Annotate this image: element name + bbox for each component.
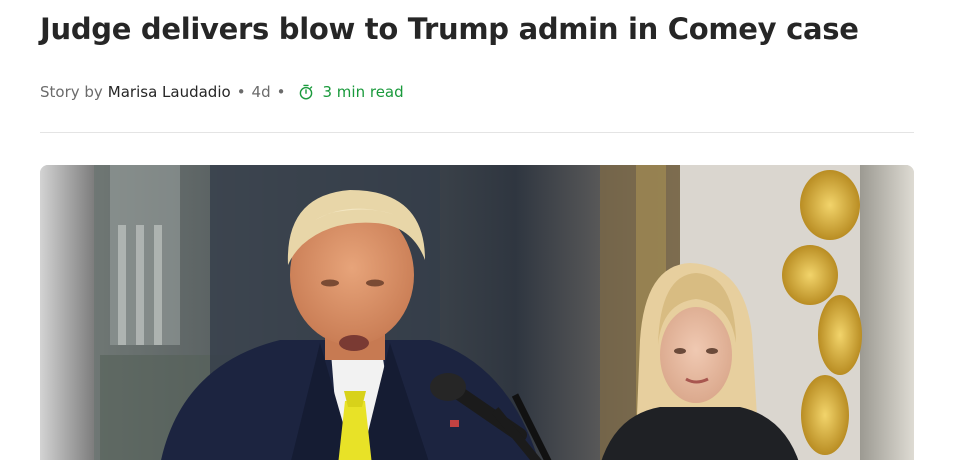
- article-byline: Story by Marisa Laudadio • 4d • 3 min re…: [40, 82, 404, 102]
- article-hero-image[interactable]: [40, 165, 914, 460]
- read-time: 3 min read: [291, 83, 404, 101]
- article-container: Judge delivers blow to Trump admin in Co…: [0, 0, 954, 460]
- hero-photo: [40, 165, 914, 460]
- byline-separator: •: [236, 83, 246, 101]
- byline-prefix: Story by: [40, 83, 103, 101]
- stopwatch-icon: [298, 84, 314, 100]
- publish-age: 4d: [251, 83, 271, 101]
- byline-divider: [40, 132, 914, 133]
- byline-separator: •: [276, 83, 286, 101]
- article-headline: Judge delivers blow to Trump admin in Co…: [40, 12, 859, 46]
- read-time-label: 3 min read: [322, 83, 404, 101]
- author-name[interactable]: Marisa Laudadio: [108, 83, 231, 101]
